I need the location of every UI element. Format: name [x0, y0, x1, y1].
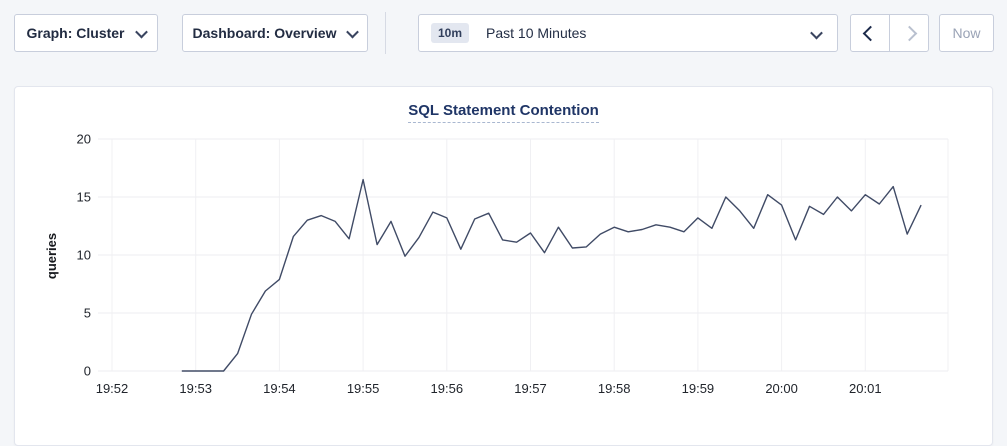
toolbar-divider: [385, 12, 386, 54]
time-window-label: Past 10 Minutes: [486, 25, 586, 41]
svg-text:20:00: 20:00: [765, 381, 798, 396]
y-axis-label: queries: [44, 233, 59, 279]
svg-text:19:57: 19:57: [514, 381, 547, 396]
chart-panel: SQL Statement Contention 0510152019:5219…: [14, 86, 993, 446]
time-pager: [850, 14, 929, 52]
svg-text:0: 0: [84, 364, 91, 379]
svg-text:19:52: 19:52: [96, 381, 129, 396]
graph-dropdown-label: Graph: Cluster: [26, 25, 124, 41]
svg-text:20:01: 20:01: [849, 381, 882, 396]
chevron-down-icon: [135, 25, 148, 38]
svg-text:20: 20: [77, 132, 91, 147]
svg-text:5: 5: [84, 306, 91, 321]
chevron-down-icon: [347, 25, 360, 38]
svg-text:19:58: 19:58: [598, 381, 631, 396]
svg-text:19:55: 19:55: [347, 381, 380, 396]
time-window-badge: 10m: [431, 23, 469, 43]
chevron-left-icon: [862, 25, 878, 41]
next-time-button[interactable]: [889, 15, 928, 51]
dashboard-dropdown-label: Dashboard: Overview: [193, 25, 337, 41]
time-range-dropdown[interactable]: 10m Past 10 Minutes: [418, 14, 838, 52]
svg-text:19:53: 19:53: [179, 381, 212, 396]
svg-text:19:54: 19:54: [263, 381, 296, 396]
chevron-down-icon: [810, 27, 823, 40]
contention-line-chart: 0 5 10 15 20 19:52 19:53 19:54 19:55 19:56 19:57 19…: [15, 87, 992, 427]
svg-text:19:59: 19:59: [682, 381, 715, 396]
graph-dropdown[interactable]: Graph: Cluster: [14, 14, 158, 52]
chevron-right-icon: [901, 25, 917, 41]
prev-time-button[interactable]: [851, 15, 889, 51]
now-button[interactable]: Now: [939, 14, 994, 52]
svg-text:19:56: 19:56: [431, 381, 464, 396]
svg-text:15: 15: [77, 190, 91, 205]
svg-text:10: 10: [77, 248, 91, 263]
dashboard-dropdown[interactable]: Dashboard: Overview: [182, 14, 368, 52]
